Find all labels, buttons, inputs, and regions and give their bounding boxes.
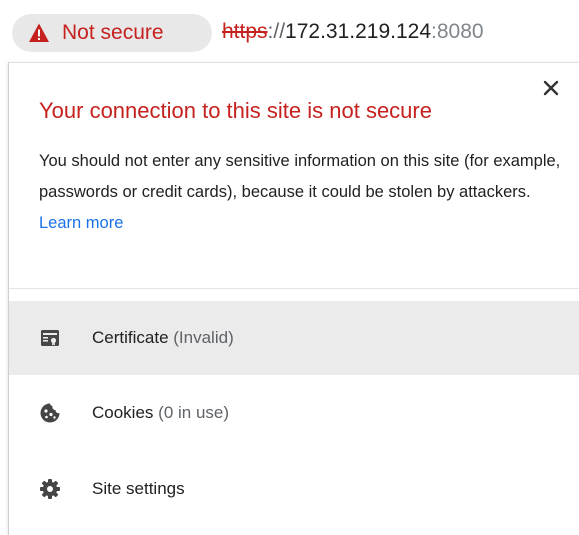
url-port: :8080 [431,20,484,43]
certificate-icon [39,327,61,349]
page-info-root: Not secure https://172.31.219.124:8080 Y… [0,0,579,535]
certificate-status: (Invalid) [173,328,234,347]
divider [9,288,579,289]
certificate-text: Certificate [92,328,169,347]
popup-title: Your connection to this site is not secu… [39,98,432,123]
learn-more-link[interactable]: Learn more [39,214,123,232]
description-text: You should not enter any sensitive infor… [39,152,561,201]
security-label: Not secure [62,21,164,44]
popup-description: You should not enter any sensitive infor… [39,146,569,239]
cookies-text: Cookies [92,403,154,422]
close-icon [543,80,559,96]
close-button[interactable] [538,75,564,101]
url-text[interactable]: https://172.31.219.124:8080 [222,19,484,45]
url-scheme: https [222,20,268,43]
certificate-label: Certificate (Invalid) [92,328,234,348]
site-settings-label: Site settings [92,479,185,498]
cookie-icon [39,402,61,424]
security-chip[interactable]: Not secure [12,14,212,52]
page-info-popup: Your connection to this site is not secu… [8,62,579,535]
url-separator: :// [267,20,286,43]
cookies-label: Cookies (0 in use) [92,403,229,423]
cookies-item[interactable]: Cookies (0 in use) [9,376,579,450]
cookies-count: (0 in use) [158,403,230,422]
url-host: 172.31.219.124 [285,20,432,43]
certificate-item[interactable]: Certificate (Invalid) [9,301,579,375]
omnibox: Not secure https://172.31.219.124:8080 [0,0,579,62]
site-settings-item[interactable]: Site settings [9,452,579,526]
warning-icon [28,22,50,44]
gear-icon [39,478,61,500]
